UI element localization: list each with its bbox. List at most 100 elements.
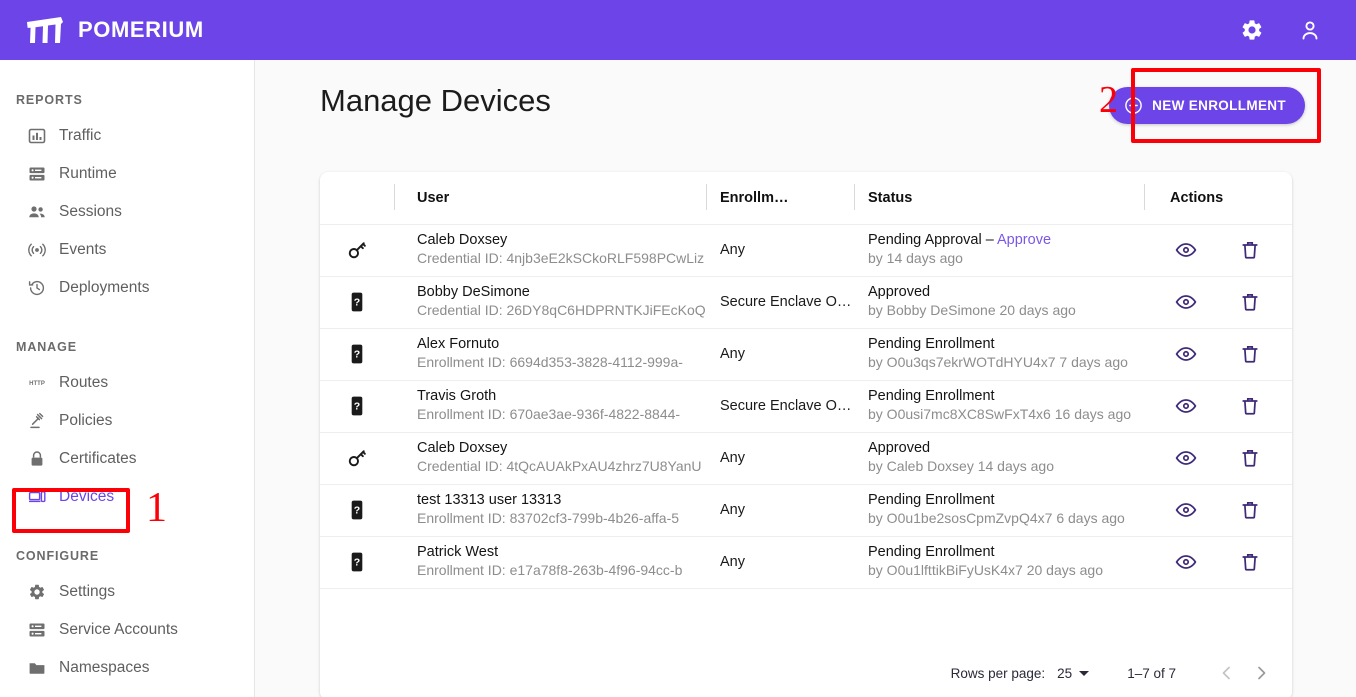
cell-user: Caleb Doxsey Credential ID: 4tQcAUAkPxAU… xyxy=(394,432,706,484)
sidebar-item-events[interactable]: Events xyxy=(0,231,254,269)
table-row[interactable]: Caleb Doxsey Credential ID: 4tQcAUAkPxAU… xyxy=(320,432,1292,484)
eye-icon[interactable] xyxy=(1175,395,1197,417)
rows-per-page-select[interactable]: 25 xyxy=(1057,666,1089,681)
approve-link[interactable]: Approve xyxy=(997,232,1051,248)
trash-icon[interactable] xyxy=(1239,291,1261,313)
sidebar-item-label: Routes xyxy=(59,374,108,392)
table-footer: Rows per page: 25 1–7 of 7 xyxy=(320,646,1292,697)
cell-device-icon: ? xyxy=(320,484,394,536)
cell-user: Caleb Doxsey Credential ID: 4njb3eE2kSCk… xyxy=(394,224,706,276)
table-row[interactable]: ? test 13313 user 13313 Enrollment ID: 8… xyxy=(320,484,1292,536)
cell-device-icon xyxy=(320,224,394,276)
table-row[interactable]: ? Travis Groth Enrollment ID: 670ae3ae-9… xyxy=(320,380,1292,432)
status-meta: by Caleb Doxsey 14 days ago xyxy=(868,457,1144,476)
user-enrollment-id: Enrollment ID: e17a78f8-263b-4f96-94cc-b xyxy=(417,561,705,580)
gear-icon xyxy=(28,583,46,601)
cell-status: Pending Enrollment by O0u3qs7ekrWOTdHYU4… xyxy=(854,328,1144,380)
unknown-device-icon: ? xyxy=(346,291,368,313)
status-meta: by 14 days ago xyxy=(868,249,1144,268)
cell-enrollment: Any xyxy=(706,224,854,276)
server-icon xyxy=(28,621,46,639)
cell-enrollment: Any xyxy=(706,328,854,380)
status-meta: by O0usi7mc8XC8SwFxT4x6 16 days ago xyxy=(868,405,1144,424)
trash-icon[interactable] xyxy=(1239,343,1261,365)
sidebar-item-traffic[interactable]: Traffic xyxy=(0,117,254,155)
user-enrollment-id: Enrollment ID: 6694d353-3828-4112-999a- xyxy=(417,353,705,372)
sidebar-section-manage: MANAGE xyxy=(0,340,254,354)
eye-icon[interactable] xyxy=(1175,551,1197,573)
trash-icon[interactable] xyxy=(1239,499,1261,521)
sidebar-item-devices[interactable]: Devices xyxy=(0,478,254,516)
sidebar-item-service-accounts[interactable]: Service Accounts xyxy=(0,611,254,649)
brand[interactable]: POMERIUM xyxy=(24,15,204,45)
devices-table: User Enrollm… Status Actions Caleb Doxse… xyxy=(320,172,1292,589)
enrollment-type: Any xyxy=(720,450,854,466)
eye-icon[interactable] xyxy=(1175,447,1197,469)
trash-icon[interactable] xyxy=(1239,395,1261,417)
cell-user: Travis Groth Enrollment ID: 670ae3ae-936… xyxy=(394,380,706,432)
sidebar-item-settings[interactable]: Settings xyxy=(0,573,254,611)
cell-enrollment: Any xyxy=(706,484,854,536)
table-header-row: User Enrollm… Status Actions xyxy=(320,172,1292,224)
status-text: Approved xyxy=(868,440,1144,457)
sidebar-item-label: Settings xyxy=(59,583,115,601)
page-title: Manage Devices xyxy=(320,83,551,119)
plus-circle-icon xyxy=(1124,96,1143,115)
sidebar-item-sessions[interactable]: Sessions xyxy=(0,193,254,231)
cell-device-icon: ? xyxy=(320,276,394,328)
cell-enrollment: Any xyxy=(706,432,854,484)
column-header-status[interactable]: Status xyxy=(854,172,1144,224)
person-icon[interactable] xyxy=(1298,18,1322,42)
sidebar-item-label: Runtime xyxy=(59,165,117,183)
table-row[interactable]: ? Alex Fornuto Enrollment ID: 6694d353-3… xyxy=(320,328,1292,380)
new-enrollment-button[interactable]: NEW ENROLLMENT xyxy=(1109,87,1305,124)
sidebar-item-certificates[interactable]: Certificates xyxy=(0,440,254,478)
trash-icon[interactable] xyxy=(1239,239,1261,261)
user-name: Bobby DeSimone xyxy=(417,284,706,301)
unknown-device-icon: ? xyxy=(346,551,368,573)
sidebar-item-deployments[interactable]: Deployments xyxy=(0,269,254,307)
table-row[interactable]: ? Bobby DeSimone Credential ID: 26DY8qC6… xyxy=(320,276,1292,328)
enrollment-type: Any xyxy=(720,346,854,362)
column-header-icon xyxy=(320,172,394,224)
status-label: Pending Approval – xyxy=(868,232,997,248)
sidebar-section-configure: CONFIGURE xyxy=(0,549,254,563)
svg-text:HTTP: HTTP xyxy=(29,381,45,387)
cell-status: Pending Enrollment by O0usi7mc8XC8SwFxT4… xyxy=(854,380,1144,432)
column-header-enrollment[interactable]: Enrollm… xyxy=(706,172,854,224)
sidebar-item-routes[interactable]: HTTP Routes xyxy=(0,364,254,402)
next-page-button[interactable] xyxy=(1244,656,1278,690)
svg-text:?: ? xyxy=(354,297,360,309)
status-meta: by O0u3qs7ekrWOTdHYU4x7 7 days ago xyxy=(868,353,1144,372)
status-label: Approved xyxy=(868,440,930,456)
gear-icon[interactable] xyxy=(1240,18,1264,42)
http-icon: HTTP xyxy=(28,374,46,392)
status-text: Pending Enrollment xyxy=(868,544,1144,561)
security-key-icon xyxy=(346,447,368,469)
status-text: Pending Enrollment xyxy=(868,388,1144,405)
eye-icon[interactable] xyxy=(1175,343,1197,365)
user-name: Alex Fornuto xyxy=(417,336,706,353)
column-header-user[interactable]: User xyxy=(394,172,706,224)
previous-page-button[interactable] xyxy=(1210,656,1244,690)
sidebar-item-policies[interactable]: Policies xyxy=(0,402,254,440)
column-header-actions[interactable]: Actions xyxy=(1144,172,1292,224)
status-text: Pending Approval – Approve xyxy=(868,232,1144,249)
trash-icon[interactable] xyxy=(1239,447,1261,469)
rows-per-page-label: Rows per page: xyxy=(951,666,1046,681)
eye-icon[interactable] xyxy=(1175,291,1197,313)
sidebar-item-namespaces[interactable]: Namespaces xyxy=(0,649,254,687)
cell-status: Pending Enrollment by O0u1be2sosCpmZvpQ4… xyxy=(854,484,1144,536)
trash-icon[interactable] xyxy=(1239,551,1261,573)
sidebar-item-runtime[interactable]: Runtime xyxy=(0,155,254,193)
eye-icon[interactable] xyxy=(1175,239,1197,261)
sidebar-item-label: Sessions xyxy=(59,203,122,221)
folder-icon xyxy=(28,659,46,677)
devices-card: User Enrollm… Status Actions Caleb Doxse… xyxy=(320,172,1292,697)
table-row[interactable]: ? Patrick West Enrollment ID: e17a78f8-2… xyxy=(320,536,1292,588)
chevron-right-icon xyxy=(1253,665,1269,681)
table-row[interactable]: Caleb Doxsey Credential ID: 4njb3eE2kSCk… xyxy=(320,224,1292,276)
eye-icon[interactable] xyxy=(1175,499,1197,521)
pagination-range: 1–7 of 7 xyxy=(1127,666,1176,681)
cell-user: test 13313 user 13313 Enrollment ID: 837… xyxy=(394,484,706,536)
